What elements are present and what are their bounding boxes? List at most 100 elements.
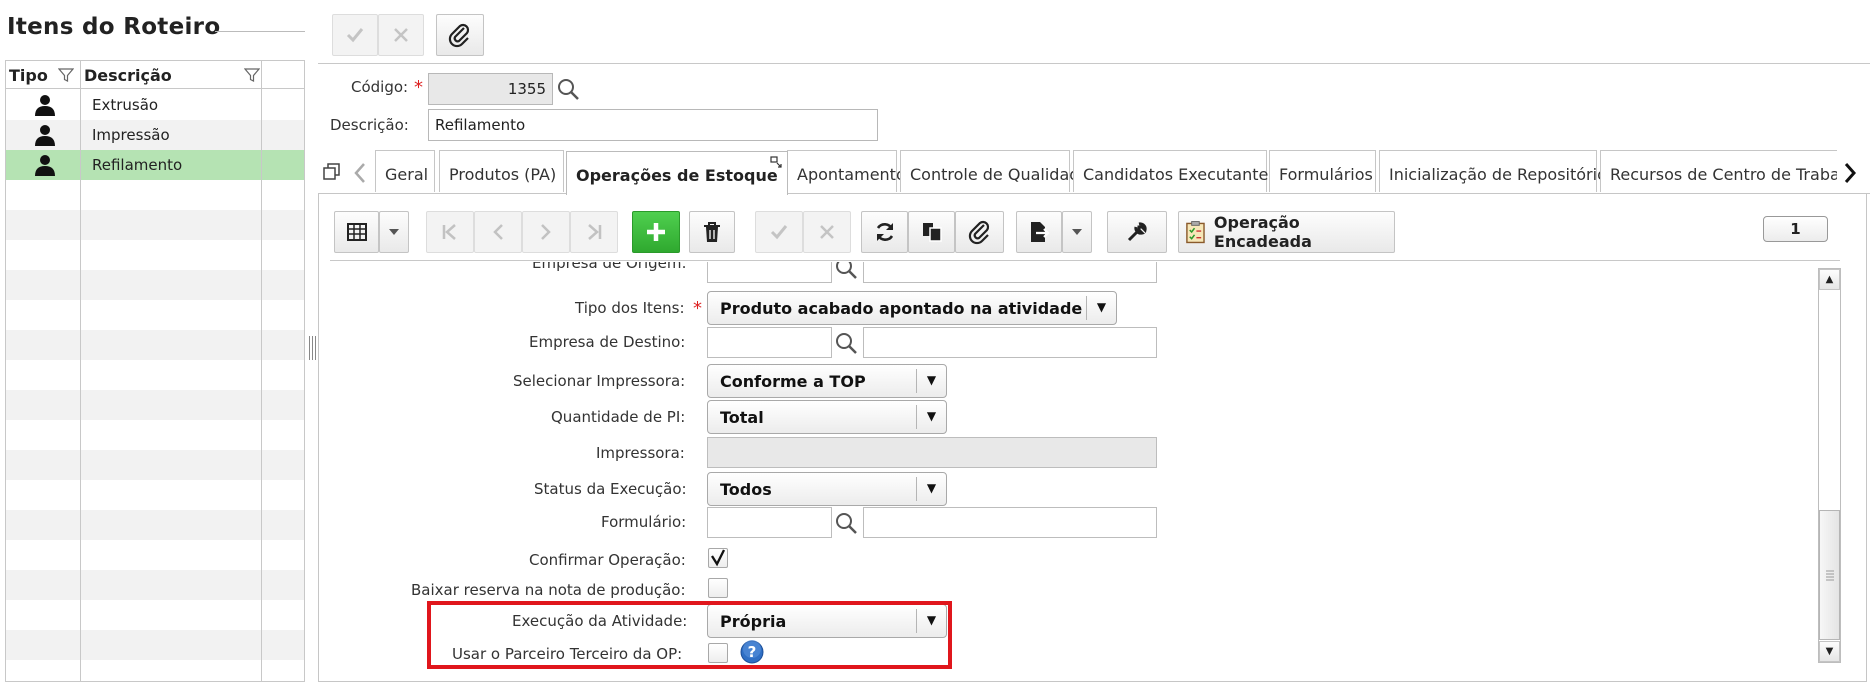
title-divider bbox=[215, 31, 305, 32]
tab-scroll-left-icon[interactable] bbox=[353, 162, 367, 184]
confirmar-operacao-checkbox[interactable] bbox=[708, 548, 728, 568]
grid-icon bbox=[346, 223, 367, 241]
chained-operation-button[interactable]: Operação Encadeada bbox=[1178, 211, 1395, 253]
toolbar-divider bbox=[318, 63, 1870, 64]
empty-row bbox=[6, 510, 304, 540]
empresa-destino-name-field[interactable] bbox=[863, 327, 1157, 358]
form-vertical-scrollbar[interactable]: ▲ ▼ bbox=[1818, 268, 1841, 663]
tipo-itens-select[interactable]: Produto acabado apontado na atividade ▼ bbox=[707, 291, 1117, 325]
empty-row bbox=[6, 450, 304, 480]
refresh-button[interactable] bbox=[861, 211, 908, 253]
tab-geral[interactable]: Geral bbox=[375, 150, 435, 192]
person-icon bbox=[35, 155, 55, 176]
roteiro-items-grid: Tipo Descrição Extrusão Impressão Refila… bbox=[5, 60, 305, 682]
list-item[interactable]: Extrusão bbox=[6, 90, 304, 120]
quantidade-pi-select[interactable]: Total ▼ bbox=[707, 400, 947, 434]
column-header-tipo[interactable]: Tipo bbox=[9, 66, 48, 85]
first-record-button[interactable] bbox=[426, 211, 474, 253]
quantidade-pi-value: Total bbox=[720, 408, 764, 427]
empresa-origem-label: Empresa de Origem: bbox=[532, 262, 687, 272]
empty-row bbox=[6, 330, 304, 360]
search-icon[interactable] bbox=[556, 77, 580, 101]
scroll-down-button[interactable]: ▼ bbox=[1819, 641, 1840, 662]
tab-scroll-right-icon[interactable] bbox=[1843, 162, 1857, 184]
empty-row bbox=[6, 210, 304, 240]
status-execucao-value: Todos bbox=[720, 480, 772, 499]
grip-icon bbox=[1826, 570, 1834, 581]
last-record-button[interactable] bbox=[570, 211, 618, 253]
prev-icon bbox=[493, 224, 503, 240]
settings-button[interactable] bbox=[1107, 211, 1167, 253]
tab-controle-qualidade[interactable]: Controle de Qualidade bbox=[900, 150, 1089, 192]
filter-icon[interactable] bbox=[244, 68, 260, 83]
status-execucao-label: Status da Execução: bbox=[534, 480, 687, 498]
export-dropdown-button[interactable] bbox=[1062, 211, 1092, 253]
formulario-code-field[interactable] bbox=[707, 507, 832, 538]
person-icon bbox=[35, 95, 55, 116]
add-button[interactable] bbox=[632, 211, 680, 253]
tab-formularios[interactable]: Formulários bbox=[1269, 150, 1376, 192]
first-icon bbox=[442, 224, 456, 240]
form-scroll-clip-top: Empresa de Origem: bbox=[330, 262, 1810, 287]
tab-recursos-centro-trabalho[interactable]: Recursos de Centro de Trabalho bbox=[1600, 150, 1837, 192]
list-item-label: Extrusão bbox=[92, 96, 159, 114]
highlight-box bbox=[427, 601, 952, 669]
column-divider bbox=[261, 61, 262, 681]
view-dropdown-button[interactable] bbox=[379, 211, 409, 253]
status-execucao-select[interactable]: Todos ▼ bbox=[707, 472, 947, 506]
codigo-label: Código: bbox=[351, 78, 409, 96]
list-item-selected[interactable]: Refilamento bbox=[6, 150, 304, 180]
search-icon[interactable] bbox=[834, 331, 858, 355]
close-icon bbox=[820, 225, 834, 239]
empresa-origem-name-field[interactable] bbox=[863, 262, 1157, 283]
tab-produtos[interactable]: Produtos (PA) bbox=[439, 150, 564, 192]
column-header-descricao[interactable]: Descrição bbox=[84, 66, 172, 85]
record-counter: 1 bbox=[1763, 216, 1828, 242]
search-icon[interactable] bbox=[834, 511, 858, 535]
delete-button[interactable] bbox=[689, 211, 735, 253]
paperclip-icon bbox=[448, 23, 470, 48]
copy-icon bbox=[922, 223, 942, 242]
selecionar-impressora-select[interactable]: Conforme a TOP ▼ bbox=[707, 364, 947, 398]
next-record-button[interactable] bbox=[522, 211, 570, 253]
trash-icon bbox=[704, 222, 720, 242]
formulario-name-field[interactable] bbox=[863, 507, 1157, 538]
chained-operation-label: Operação Encadeada bbox=[1213, 213, 1312, 251]
selecionar-impressora-value: Conforme a TOP bbox=[720, 372, 866, 391]
scroll-up-button[interactable]: ▲ bbox=[1819, 269, 1840, 290]
tab-candidatos-executantes[interactable]: Candidatos Executantes bbox=[1073, 150, 1277, 192]
tab-operacoes-estoque[interactable]: Operações de Estoque bbox=[566, 151, 788, 195]
filter-icon[interactable] bbox=[58, 68, 74, 83]
impressora-label: Impressora: bbox=[596, 444, 685, 462]
descricao-field[interactable]: Refilamento bbox=[428, 109, 878, 141]
next-icon bbox=[541, 224, 551, 240]
duplicate-button[interactable] bbox=[908, 211, 955, 253]
tab-apontamento[interactable]: Apontamento bbox=[787, 150, 906, 192]
detach-tab-icon[interactable] bbox=[770, 156, 782, 168]
discard-button[interactable] bbox=[803, 211, 851, 253]
tab-strip: Geral Produtos (PA) Operações de Estoque… bbox=[375, 145, 1837, 197]
codigo-field[interactable]: 1355 bbox=[428, 73, 553, 105]
panel-splitter[interactable] bbox=[308, 336, 316, 360]
grid-view-button[interactable] bbox=[334, 211, 379, 253]
required-marker: * bbox=[414, 77, 423, 98]
previous-record-button[interactable] bbox=[474, 211, 522, 253]
tab-inicializacao-repositorio[interactable]: Inicialização de Repositório bbox=[1379, 150, 1607, 192]
cancel-button[interactable] bbox=[378, 14, 424, 56]
attachment-button[interactable] bbox=[436, 14, 484, 56]
empresa-destino-code-field[interactable] bbox=[707, 327, 832, 358]
list-item[interactable]: Impressão bbox=[6, 120, 304, 150]
confirm-button[interactable] bbox=[332, 14, 378, 56]
empresa-origem-code-field[interactable] bbox=[707, 262, 832, 283]
baixar-reserva-checkbox[interactable] bbox=[708, 578, 728, 598]
save-button[interactable] bbox=[755, 211, 803, 253]
export-button[interactable] bbox=[1016, 211, 1062, 253]
attachment-button[interactable] bbox=[955, 211, 1004, 253]
close-icon bbox=[394, 28, 408, 42]
chevron-down-icon bbox=[389, 229, 399, 235]
scroll-thumb[interactable] bbox=[1819, 510, 1840, 640]
empty-row bbox=[6, 570, 304, 600]
search-icon[interactable] bbox=[834, 262, 858, 280]
baixar-reserva-label: Baixar reserva na nota de produção: bbox=[411, 581, 686, 599]
restore-tabs-icon[interactable] bbox=[323, 163, 341, 181]
